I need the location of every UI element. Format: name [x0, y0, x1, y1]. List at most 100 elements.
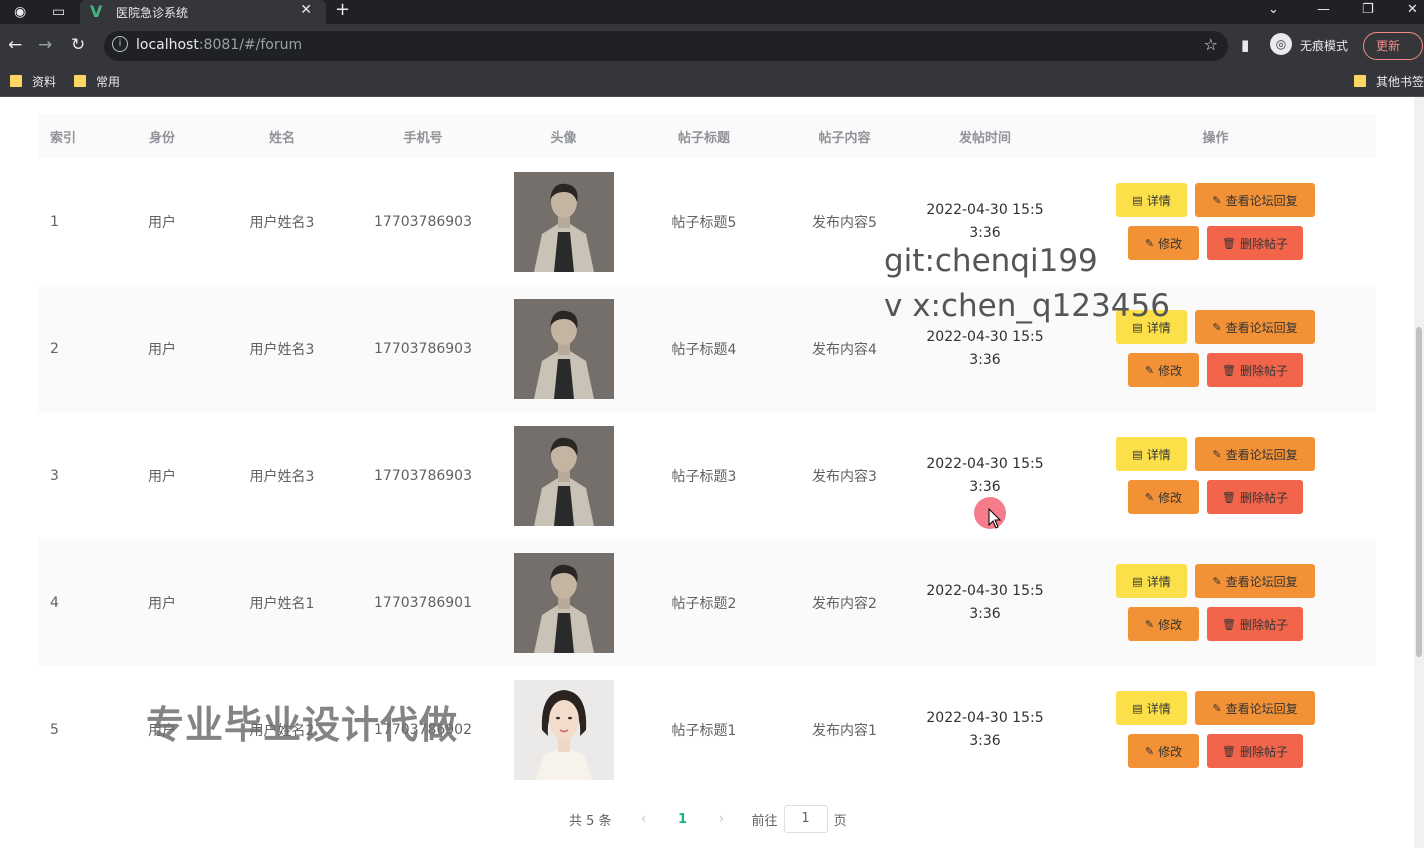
incognito-icon: ◎	[1270, 33, 1292, 55]
delete-post-button[interactable]: 🗑 删除帖子	[1207, 226, 1303, 260]
view-replies-label: 查看论坛回复	[1225, 574, 1298, 589]
view-replies-label: 查看论坛回复	[1225, 193, 1298, 208]
forward-icon[interactable]: →	[38, 35, 52, 55]
tab-search-icon[interactable]: ⌄	[1268, 2, 1279, 17]
post-time-line2: 3:36	[969, 478, 1001, 495]
cell-post-title: 帖子标题1	[634, 666, 774, 793]
cell-index: 2	[38, 285, 113, 412]
goto-page-input[interactable]: 1	[783, 805, 828, 833]
update-button[interactable]: 更新	[1363, 32, 1423, 60]
bookmark-star-icon[interactable]: ☆	[1204, 35, 1218, 54]
window-icon[interactable]: ▭	[52, 3, 65, 21]
mouse-cursor-icon	[988, 508, 1002, 529]
delete-post-button[interactable]: 🗑 删除帖子	[1207, 480, 1303, 514]
scrollbar-thumb[interactable]	[1416, 327, 1422, 657]
delete-post-button[interactable]: 🗑 删除帖子	[1207, 607, 1303, 641]
page-number-current[interactable]: 1	[658, 812, 708, 827]
cell-phone: 17703786903	[353, 158, 493, 285]
vue-logo-icon: V	[90, 2, 103, 21]
delete-label: 删除帖子	[1239, 744, 1288, 759]
detail-button[interactable]: ▤ 详情	[1116, 183, 1187, 217]
folder-icon	[74, 75, 86, 87]
avatar-image	[513, 425, 614, 526]
edit-button[interactable]: ✎ 修改	[1128, 226, 1199, 260]
header-phone: 手机号	[353, 114, 493, 158]
cell-avatar	[493, 285, 634, 412]
cell-name: 用户姓名3	[211, 285, 353, 412]
cell-role: 用户	[113, 412, 211, 539]
avatar-image	[513, 679, 614, 780]
minimize-icon[interactable]: —	[1317, 2, 1330, 17]
edit-button[interactable]: ✎ 修改	[1128, 734, 1199, 768]
site-info-icon[interactable]: i	[112, 36, 128, 52]
view-replies-button[interactable]: ✎ 查看论坛回复	[1195, 691, 1315, 725]
address-bar[interactable]: i localhost:8081/#/forum ☆	[104, 31, 1228, 61]
back-icon[interactable]: ←	[8, 35, 22, 55]
cell-role: 用户	[113, 285, 211, 412]
edit-label: 修改	[1158, 363, 1183, 378]
edit-button[interactable]: ✎ 修改	[1128, 353, 1199, 387]
edit-button[interactable]: ✎ 修改	[1128, 607, 1199, 641]
scrollbar[interactable]	[1414, 97, 1424, 848]
post-time-line2: 3:36	[969, 732, 1001, 749]
view-replies-button[interactable]: ✎ 查看论坛回复	[1195, 183, 1315, 217]
new-tab-icon[interactable]: +	[335, 1, 350, 19]
cell-name: 用户姓名3	[211, 412, 353, 539]
pencil-icon: ✎	[1144, 744, 1155, 758]
bookmark-folder-materials[interactable]: 资料	[10, 72, 56, 92]
browser-toolbar: ← → ↻ i localhost:8081/#/forum ☆ ▮ ◎ 无痕模…	[0, 24, 1424, 68]
edit-label: 修改	[1158, 236, 1183, 251]
detail-label: 详情	[1146, 574, 1171, 589]
document-icon: ▤	[1132, 574, 1143, 588]
avatar-image	[513, 171, 614, 272]
view-replies-label: 查看论坛回复	[1225, 447, 1298, 462]
next-page-icon[interactable]: ›	[708, 811, 736, 827]
detail-button[interactable]: ▤ 详情	[1116, 437, 1187, 471]
url-text: localhost:8081/#/forum	[136, 37, 303, 53]
view-replies-button[interactable]: ✎ 查看论坛回复	[1195, 564, 1315, 598]
view-replies-label: 查看论坛回复	[1225, 701, 1298, 716]
view-replies-button[interactable]: ✎ 查看论坛回复	[1195, 310, 1315, 344]
delete-label: 删除帖子	[1239, 490, 1288, 505]
edit-button[interactable]: ✎ 修改	[1128, 480, 1199, 514]
header-actions: 操作	[1055, 114, 1376, 158]
cell-phone: 17703786901	[353, 539, 493, 666]
detail-button[interactable]: ▤ 详情	[1116, 691, 1187, 725]
bookmark-folder-other[interactable]: 其他书签	[1354, 72, 1424, 92]
cell-index: 4	[38, 539, 113, 666]
delete-post-button[interactable]: 🗑 删除帖子	[1207, 734, 1303, 768]
cell-post-content: 发布内容3	[774, 412, 915, 539]
side-panel-icon[interactable]: ▮	[1241, 36, 1249, 54]
bookmark-folder-common[interactable]: 常用	[74, 72, 120, 92]
post-time-line1: 2022-04-30 15:5	[926, 709, 1044, 726]
trash-icon: 🗑	[1222, 490, 1236, 504]
edit-label: 修改	[1158, 617, 1183, 632]
header-avatar: 头像	[493, 114, 634, 158]
cell-phone: 17703786903	[353, 412, 493, 539]
prev-page-icon[interactable]: ‹	[630, 811, 658, 827]
avatar-image	[513, 298, 614, 399]
view-replies-button[interactable]: ✎ 查看论坛回复	[1195, 437, 1315, 471]
cell-post-time: 2022-04-30 15:5 3:36	[915, 539, 1055, 666]
browser-tab[interactable]: V 医院急诊系统 ✕	[80, 0, 326, 24]
close-window-icon[interactable]: ✕	[1407, 2, 1418, 17]
cell-actions: ▤ 详情 ✎ 查看论坛回复 ✎ 修改 🗑 删除帖子	[1055, 666, 1376, 793]
goto-prefix: 前往	[751, 813, 778, 829]
delete-post-button[interactable]: 🗑 删除帖子	[1207, 353, 1303, 387]
detail-button[interactable]: ▤ 详情	[1116, 564, 1187, 598]
cell-avatar	[493, 158, 634, 285]
close-tab-icon[interactable]: ✕	[300, 2, 312, 18]
reload-icon[interactable]: ↻	[71, 35, 85, 55]
restore-icon[interactable]: ❐	[1362, 2, 1374, 17]
cell-post-time: 2022-04-30 15:5 3:36	[915, 666, 1055, 793]
trash-icon: 🗑	[1222, 744, 1236, 758]
pencil-icon: ✎	[1212, 193, 1222, 207]
post-time-line1: 2022-04-30 15:5	[926, 328, 1044, 345]
document-icon: ▤	[1132, 447, 1143, 461]
post-time-line2: 3:36	[969, 351, 1001, 368]
post-time-line1: 2022-04-30 15:5	[926, 201, 1044, 218]
folder-icon	[10, 75, 22, 87]
cell-phone: 17703786903	[353, 285, 493, 412]
cell-post-title: 帖子标题3	[634, 412, 774, 539]
globe-icon[interactable]: ◉	[14, 3, 26, 21]
